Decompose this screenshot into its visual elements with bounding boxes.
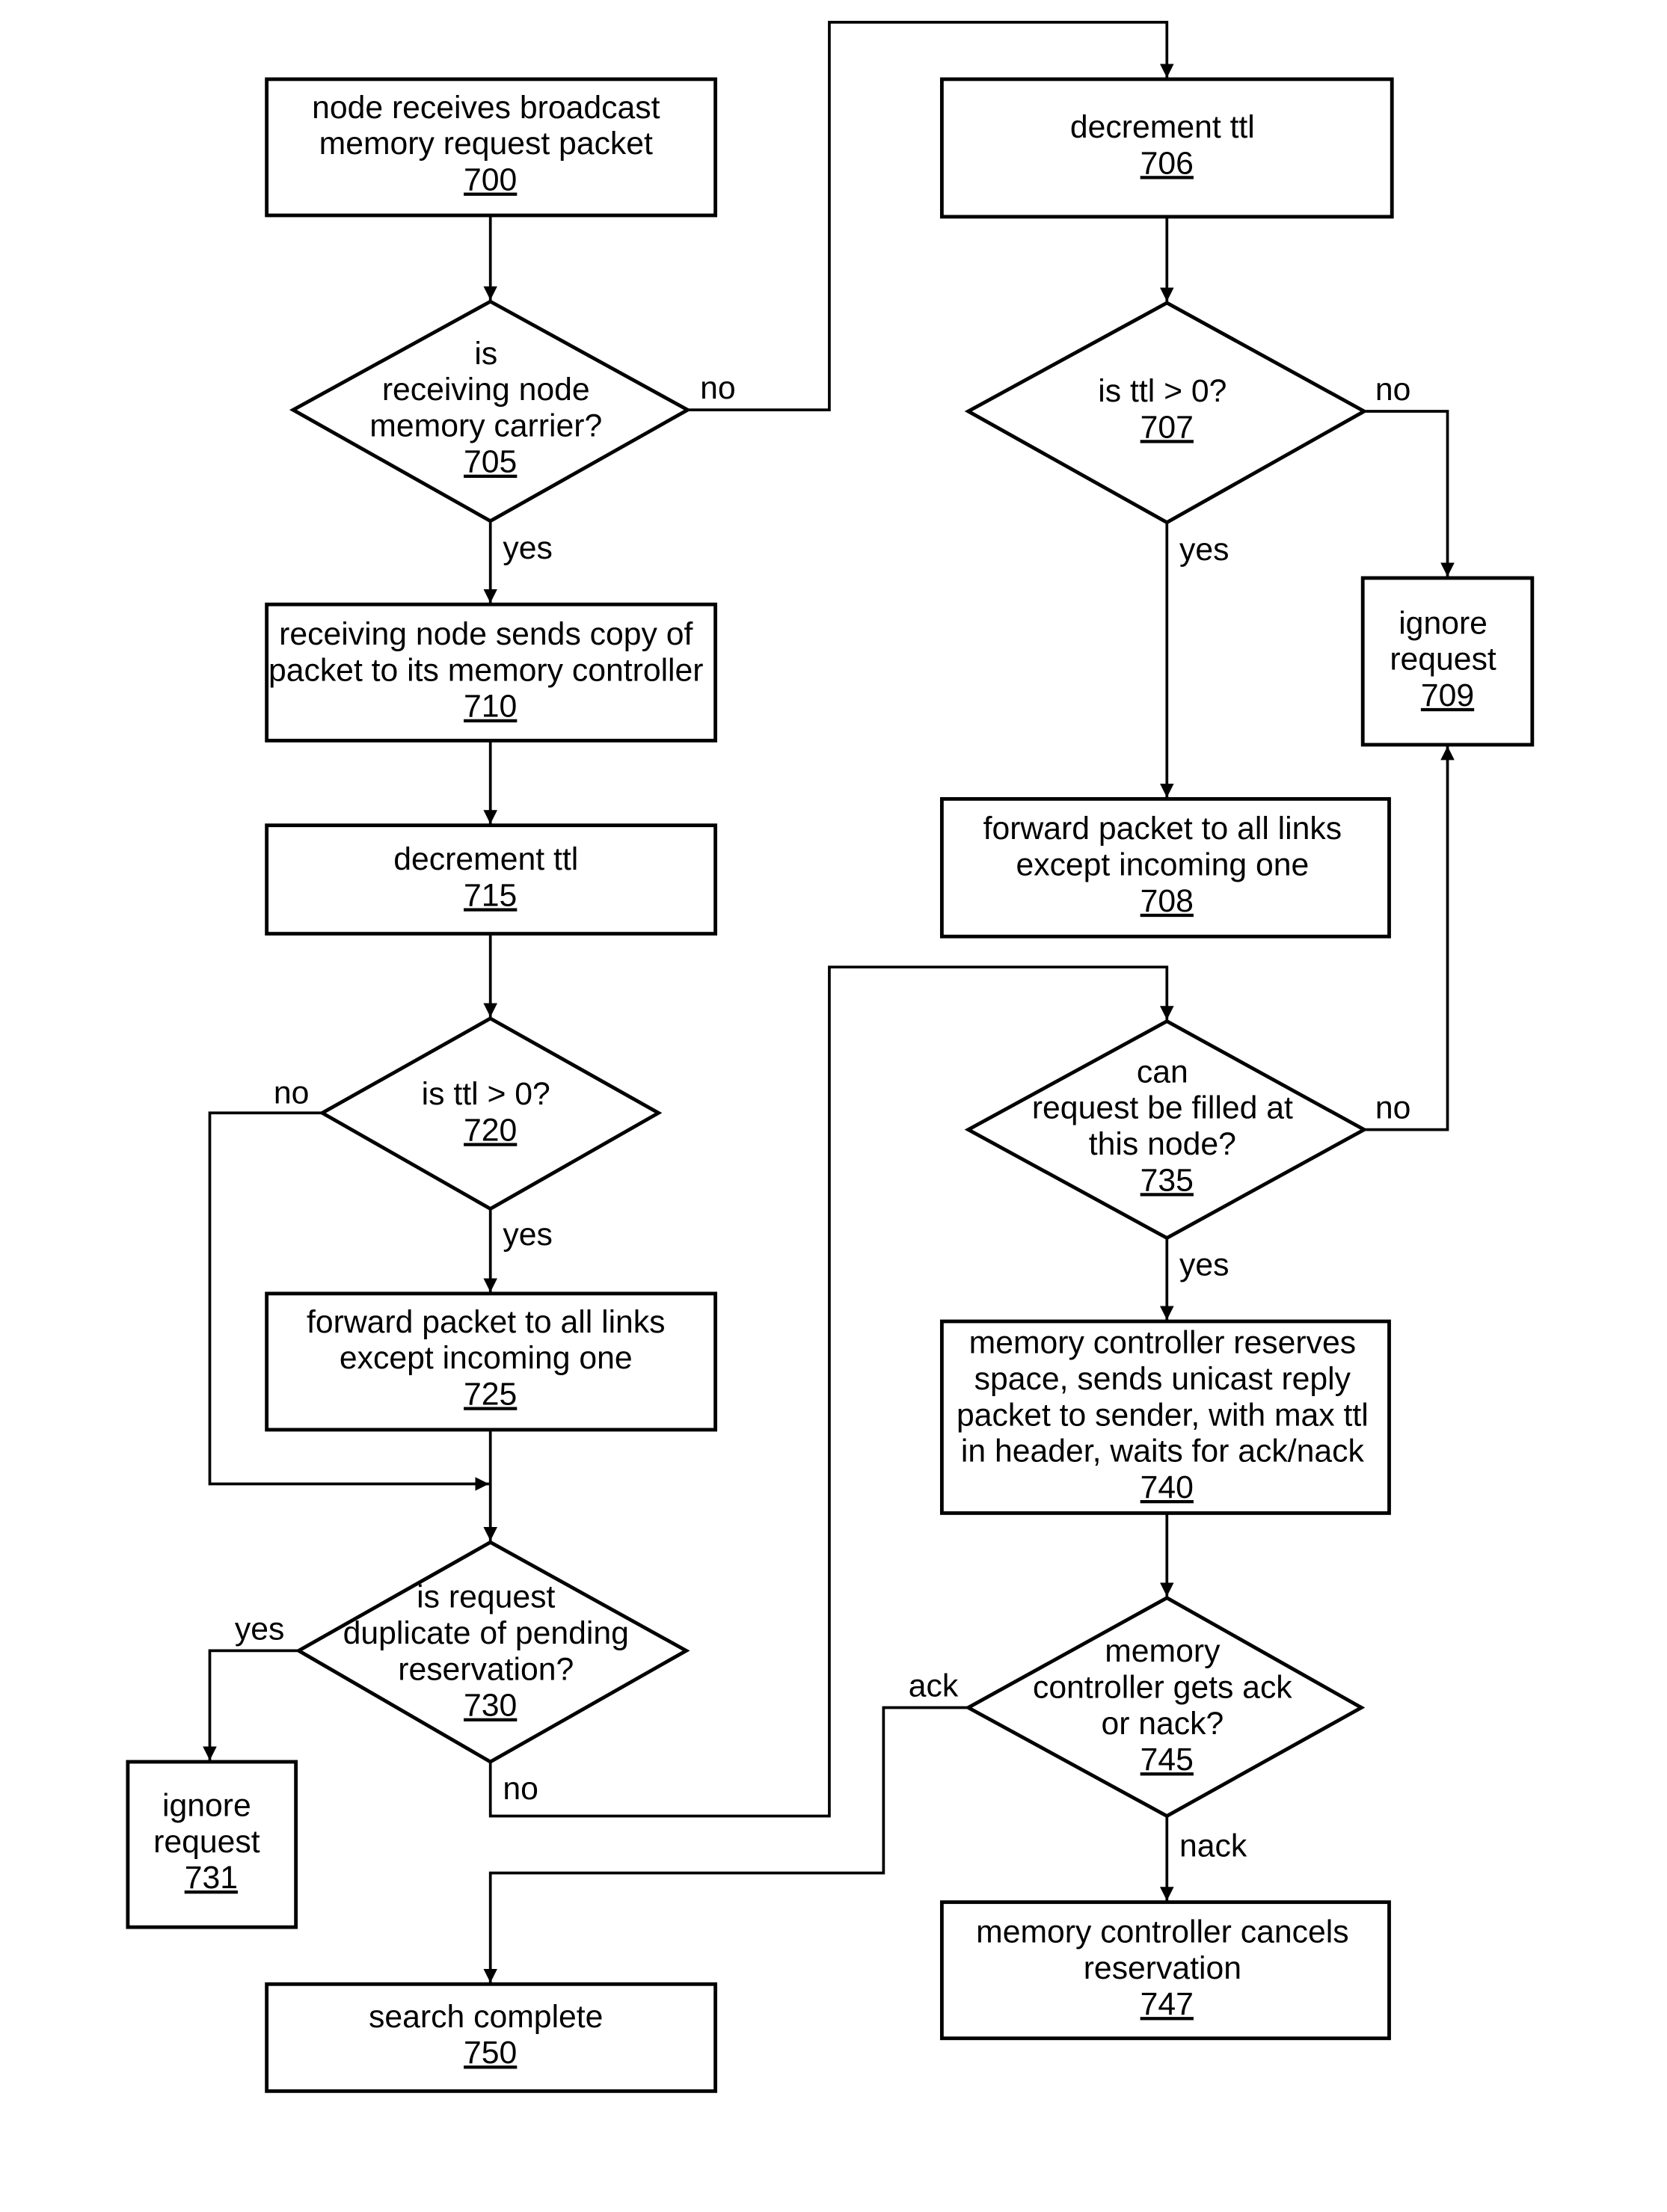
label-735-yes: yes: [1179, 1247, 1229, 1283]
label-745-ack: ack: [909, 1668, 959, 1704]
label-720-no: no: [274, 1075, 310, 1110]
label-705-no: no: [700, 370, 736, 406]
label-705-yes: yes: [503, 530, 552, 566]
label-735-no: no: [1375, 1090, 1411, 1126]
label-745-nack: nack: [1179, 1828, 1247, 1864]
edge-745-ack-750: [483, 1706, 968, 1983]
label-730-yes: yes: [235, 1611, 284, 1647]
label-730-no: no: [503, 1771, 538, 1807]
edge-730-yes-731: [203, 1649, 299, 1761]
label-720-yes: yes: [503, 1217, 552, 1253]
flowchart: node receives broadcast memory request p…: [126, 20, 1535, 2093]
label-707-yes: yes: [1179, 532, 1229, 568]
label-707-no: no: [1375, 372, 1411, 408]
edge-707-no-709: [1364, 410, 1455, 577]
